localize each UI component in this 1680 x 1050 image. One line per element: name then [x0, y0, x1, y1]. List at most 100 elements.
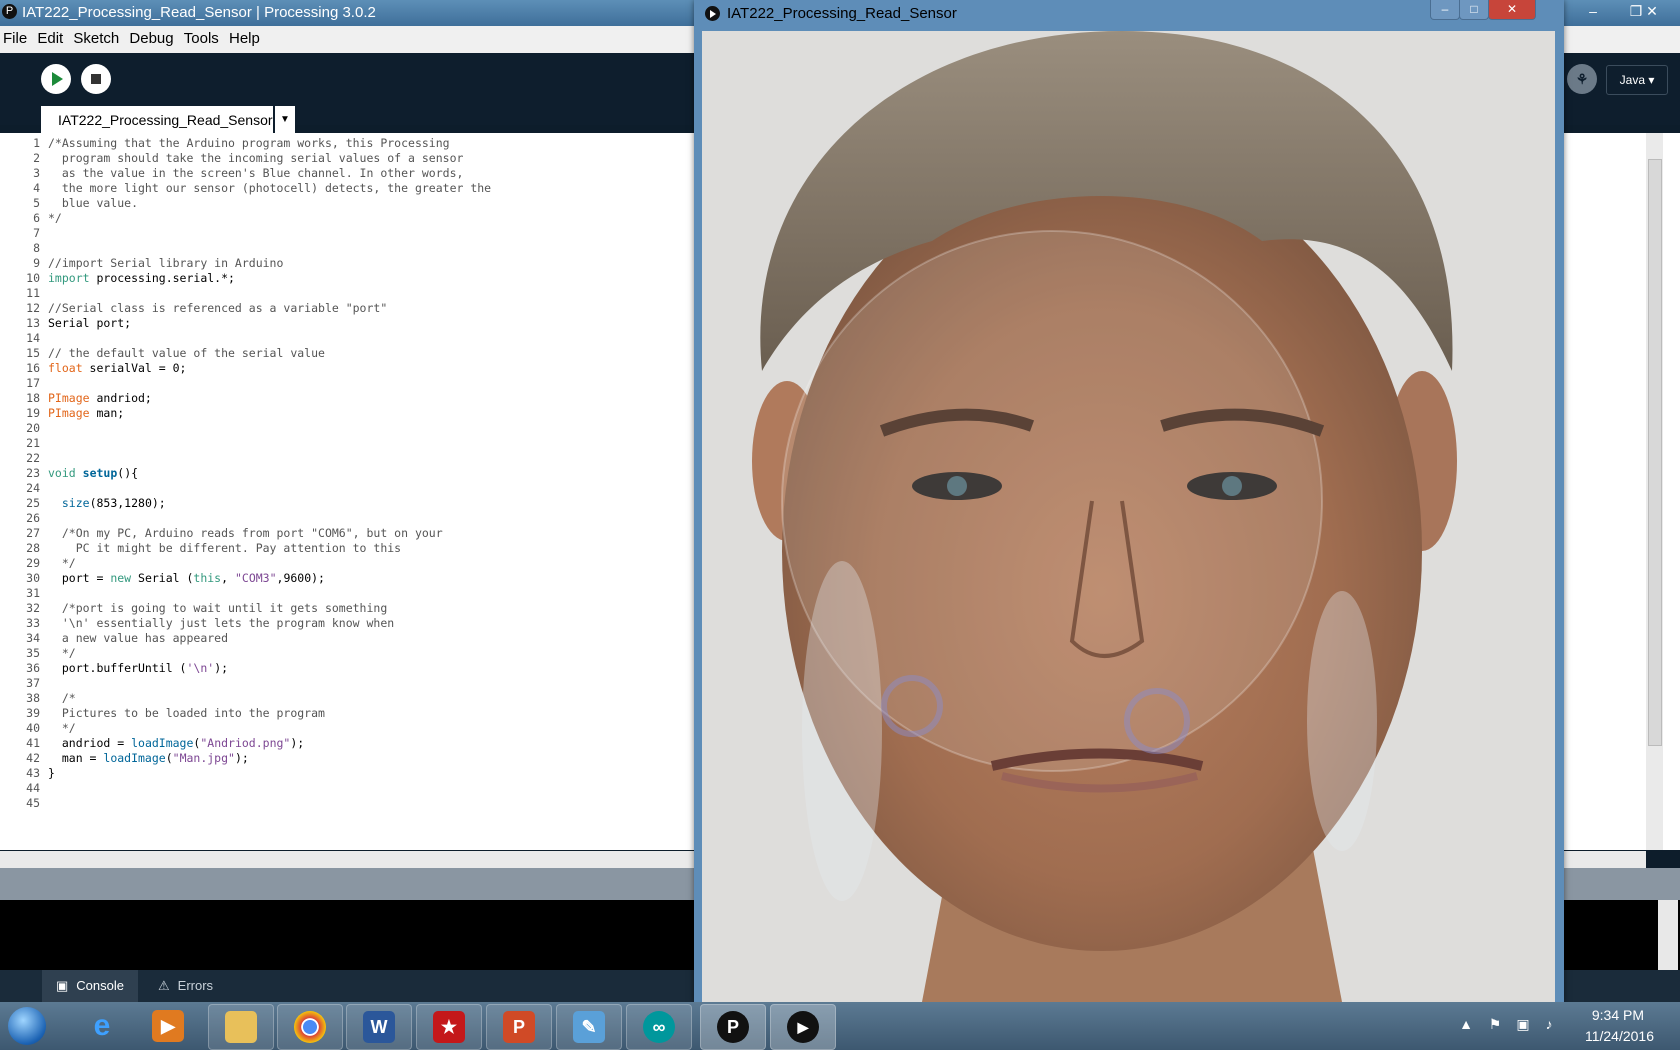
- line-number: 45: [26, 796, 40, 810]
- start-button[interactable]: [2, 1004, 52, 1048]
- taskbar-sketch-window[interactable]: ▶: [770, 1004, 836, 1050]
- code-line[interactable]: PImage andriod;: [48, 390, 152, 406]
- taskbar-explorer[interactable]: [208, 1004, 274, 1050]
- line-number: 34: [26, 631, 40, 645]
- code-line[interactable]: //Serial class is referenced as a variab…: [48, 300, 387, 316]
- show-hidden-icons[interactable]: ▲: [1457, 1016, 1475, 1034]
- line-number: 21: [26, 436, 40, 450]
- taskbar-ie[interactable]: e: [70, 1004, 134, 1048]
- taskbar-processing-ide[interactable]: P: [700, 1004, 766, 1050]
- code-line[interactable]: /*Assuming that the Arduino program work…: [48, 135, 450, 151]
- line-number: 18: [26, 391, 40, 405]
- code-line[interactable]: }: [48, 765, 55, 781]
- tab-label: IAT222_Processing_Read_Sensor: [58, 112, 273, 128]
- clock-date[interactable]: 11/24/2016: [1585, 1028, 1654, 1044]
- editor-vertical-scrollbar[interactable]: [1646, 133, 1663, 850]
- taskbar-powerpoint[interactable]: P: [486, 1004, 552, 1050]
- line-number: 44: [26, 781, 40, 795]
- mode-selector[interactable]: Java ▾: [1606, 65, 1668, 95]
- menu-debug[interactable]: Debug: [126, 26, 176, 47]
- word-icon: W: [363, 1011, 395, 1043]
- taskbar-paint[interactable]: ✎: [556, 1004, 622, 1050]
- code-line[interactable]: PImage man;: [48, 405, 124, 421]
- code-line[interactable]: */: [48, 720, 76, 736]
- line-number: 27: [26, 526, 40, 540]
- console-scrollbar[interactable]: [1658, 900, 1678, 970]
- code-line[interactable]: */: [48, 210, 62, 226]
- line-number: 33: [26, 616, 40, 630]
- menu-edit[interactable]: Edit: [34, 26, 66, 47]
- tab-sketch[interactable]: IAT222_Processing_Read_Sensor: [41, 106, 273, 133]
- ide-window-title: IAT222_Processing_Read_Sensor | Processi…: [22, 4, 376, 21]
- code-line[interactable]: float serialVal = 0;: [48, 360, 186, 376]
- code-line[interactable]: // the default value of the serial value: [48, 345, 325, 361]
- code-line[interactable]: port.bufferUntil ('\n');: [48, 660, 228, 676]
- line-number: 23: [26, 466, 40, 480]
- minimize-icon[interactable]: ‒: [1572, 0, 1614, 22]
- menu-file[interactable]: File: [0, 26, 30, 47]
- code-line[interactable]: */: [48, 555, 76, 571]
- close-icon[interactable]: ✕: [1624, 0, 1680, 22]
- line-number: 35: [26, 646, 40, 660]
- clock-time[interactable]: 9:34 PM: [1592, 1007, 1644, 1023]
- line-number: 19: [26, 406, 40, 420]
- taskbar-word[interactable]: W: [346, 1004, 412, 1050]
- line-number: 38: [26, 691, 40, 705]
- menu-help[interactable]: Help: [226, 26, 263, 47]
- line-number: 17: [26, 376, 40, 390]
- taskbar-chrome[interactable]: [277, 1004, 343, 1050]
- maximize-icon[interactable]: □: [1459, 0, 1489, 20]
- line-number: 20: [26, 421, 40, 435]
- code-line[interactable]: andriod = loadImage("Andriod.png");: [48, 735, 304, 751]
- code-line[interactable]: /*On my PC, Arduino reads from port "COM…: [48, 525, 443, 541]
- code-line[interactable]: blue value.: [48, 195, 138, 211]
- code-line[interactable]: /*: [48, 690, 76, 706]
- line-number: 30: [26, 571, 40, 585]
- minimize-icon[interactable]: ‒: [1430, 0, 1460, 20]
- volume-icon[interactable]: ♪: [1540, 1016, 1558, 1034]
- code-line[interactable]: '\n' essentially just lets the program k…: [48, 615, 394, 631]
- menu-tools[interactable]: Tools: [181, 26, 222, 47]
- tab-errors[interactable]: ⚠ Errors: [150, 970, 230, 1002]
- sketch-title-bar[interactable]: IAT222_Processing_Read_Sensor ‒ □ ✕: [694, 0, 1564, 28]
- code-line[interactable]: as the value in the screen's Blue channe…: [48, 165, 464, 181]
- code-line[interactable]: /*port is going to wait until it gets so…: [48, 600, 387, 616]
- line-number: 37: [26, 676, 40, 690]
- network-icon[interactable]: ▣: [1514, 1016, 1532, 1034]
- line-number: 32: [26, 601, 40, 615]
- code-line[interactable]: size(853,1280);: [48, 495, 166, 511]
- code-line[interactable]: man = loadImage("Man.jpg");: [48, 750, 249, 766]
- code-line[interactable]: the more light our sensor (photocell) de…: [48, 180, 491, 196]
- code-line[interactable]: a new value has appeared: [48, 630, 228, 646]
- taskbar-acrobat[interactable]: ★: [416, 1004, 482, 1050]
- close-icon[interactable]: ✕: [1488, 0, 1536, 20]
- tab-menu-button[interactable]: ▼: [275, 106, 295, 133]
- scrollbar-thumb[interactable]: [1648, 159, 1662, 746]
- stop-button[interactable]: [81, 64, 111, 94]
- code-line[interactable]: //import Serial library in Arduino: [48, 255, 283, 271]
- taskbar-media-player[interactable]: ▶: [136, 1004, 200, 1048]
- menu-sketch[interactable]: Sketch: [70, 26, 122, 47]
- taskbar-arduino[interactable]: ∞: [626, 1004, 692, 1050]
- code-line[interactable]: port = new Serial (this, "COM3",9600);: [48, 570, 325, 586]
- code-line[interactable]: program should take the incoming serial …: [48, 150, 464, 166]
- line-number: 2: [33, 151, 40, 165]
- code-line[interactable]: Serial port;: [48, 315, 131, 331]
- line-number: 9: [33, 256, 40, 270]
- code-line[interactable]: Pictures to be loaded into the program: [48, 705, 325, 721]
- run-button[interactable]: [41, 64, 71, 94]
- debugger-icon[interactable]: ⚘: [1567, 64, 1597, 94]
- line-number: 14: [26, 331, 40, 345]
- code-line[interactable]: */: [48, 645, 76, 661]
- sketch-output-window: IAT222_Processing_Read_Sensor ‒ □ ✕: [694, 0, 1564, 1002]
- chrome-icon: [294, 1011, 326, 1043]
- code-line[interactable]: import processing.serial.*;: [48, 270, 235, 286]
- flag-icon[interactable]: ⚑: [1486, 1016, 1504, 1034]
- code-line[interactable]: void setup(){: [48, 465, 138, 481]
- powerpoint-icon: P: [503, 1011, 535, 1043]
- sketch-canvas[interactable]: [702, 31, 1555, 1002]
- acrobat-icon: ★: [433, 1011, 465, 1043]
- tab-console[interactable]: ▣ Console: [42, 970, 138, 1002]
- code-line[interactable]: PC it might be different. Pay attention …: [48, 540, 401, 556]
- sketch-window-title: IAT222_Processing_Read_Sensor: [727, 5, 957, 22]
